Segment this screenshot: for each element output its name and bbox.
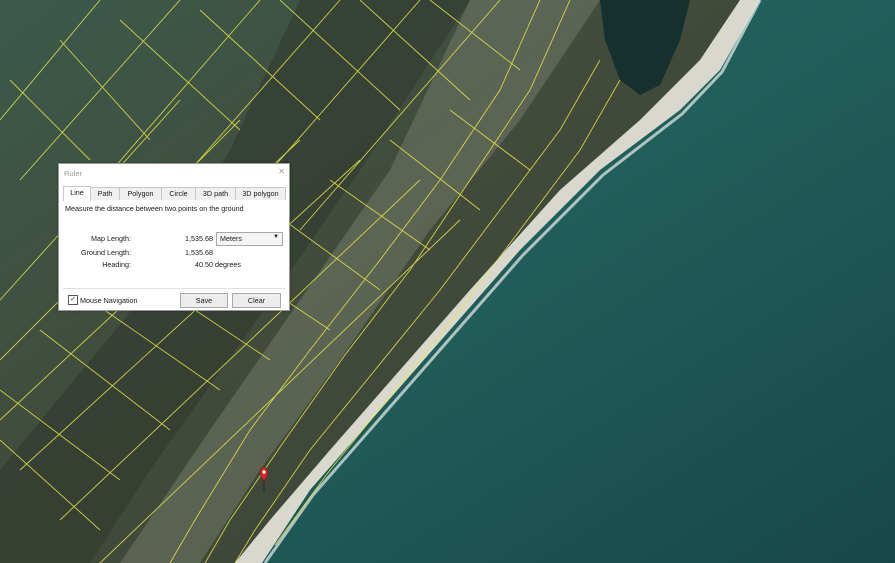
map-length-value: 1,535.68 bbox=[185, 234, 213, 243]
tab-polygon[interactable]: Polygon bbox=[119, 187, 162, 200]
tab-3d-polygon[interactable]: 3D polygon bbox=[235, 187, 286, 200]
chevron-down-icon: ▼ bbox=[273, 234, 279, 240]
tab-path[interactable]: Path bbox=[90, 187, 120, 200]
heading-value: 40.50 degrees bbox=[195, 260, 241, 269]
close-icon[interactable]: ✕ bbox=[277, 167, 286, 176]
unit-select-value: Meters bbox=[220, 234, 242, 243]
heading-label: Heading: bbox=[102, 260, 131, 269]
save-button[interactable]: Save bbox=[180, 293, 228, 308]
unit-select[interactable]: Meters ▼ bbox=[216, 232, 283, 246]
ruler-tabs: Line Path Polygon Circle 3D path 3D poly… bbox=[63, 186, 286, 201]
dialog-title: Ruler bbox=[64, 169, 83, 178]
ruler-description: Measure the distance between two points … bbox=[65, 204, 244, 213]
mouse-navigation-label: Mouse Navigation bbox=[80, 296, 138, 305]
map-length-label: Map Length: bbox=[91, 234, 131, 243]
divider bbox=[63, 288, 285, 289]
ground-length-value: 1,535.68 bbox=[185, 248, 213, 257]
clear-button[interactable]: Clear bbox=[232, 293, 281, 308]
ground-length-label: Ground Length: bbox=[81, 248, 131, 257]
tab-circle[interactable]: Circle bbox=[161, 187, 196, 200]
mouse-navigation-checkbox[interactable]: ✓ bbox=[68, 295, 78, 305]
ruler-dialog[interactable]: Ruler ✕ Line Path Polygon Circle 3D path… bbox=[58, 163, 290, 311]
tab-line[interactable]: Line bbox=[63, 186, 91, 201]
tab-3d-path[interactable]: 3D path bbox=[195, 187, 236, 200]
